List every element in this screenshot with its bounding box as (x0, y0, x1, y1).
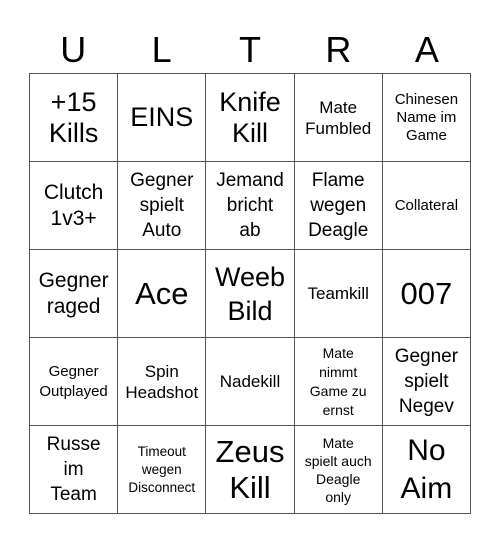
bingo-cell[interactable]: Timeout wegen Disconnect (118, 426, 207, 514)
cell-text: Gegner spielt Auto (130, 170, 194, 241)
cell-text: +15 Kills (48, 86, 99, 148)
bingo-cell[interactable]: Jemand bricht ab (206, 162, 295, 250)
bingo-cell[interactable]: 007 (382, 250, 471, 338)
header-letter-a: A (414, 29, 439, 70)
cell-text: Teamkill (307, 284, 369, 303)
cell-text: Zeus Kill (215, 433, 285, 505)
cell-text: Spin Headshot (125, 361, 199, 402)
header-letter-r: R (325, 29, 352, 70)
bingo-cell[interactable]: Weeb Bild (206, 250, 295, 338)
cell-text: Ace (135, 275, 189, 311)
bingo-cell[interactable]: Mate nimmt Game zu ernst (294, 338, 383, 426)
cell-text: Weeb Bild (214, 261, 286, 326)
bingo-cell[interactable]: +15 Kills (30, 74, 119, 162)
header-letter-l: L (151, 29, 172, 70)
bingo-cell[interactable]: Gegner Outplayed (30, 338, 119, 426)
bingo-cell[interactable]: Ace (118, 250, 207, 338)
cell-text: Gegner raged (38, 268, 109, 318)
cell-text: Jemand bricht ab (216, 170, 284, 241)
bingo-cell[interactable]: Nadekill (206, 338, 295, 426)
header-letter-u: U (60, 29, 87, 70)
cell-text: Clutch 1v3+ (43, 180, 104, 230)
bingo-cell[interactable]: Russe im Team (30, 426, 119, 514)
cell-text: Mate spielt auch Deagle only (304, 434, 372, 505)
bingo-cell[interactable]: Gegner raged (30, 250, 119, 338)
bingo-cell[interactable]: Clutch 1v3+ (30, 162, 119, 250)
bingo-board: +15 Kills EINS Knife Kill Mate Fumbled C… (29, 73, 471, 514)
bingo-cell[interactable]: Spin Headshot (118, 338, 207, 426)
bingo-cell[interactable]: Flame wegen Deagle (294, 162, 383, 250)
cell-text: Collateral (394, 196, 459, 214)
cell-text: Timeout wegen Disconnect (128, 443, 196, 495)
cell-text: Russe im Team (46, 434, 101, 505)
header-letter-t: T (239, 29, 262, 70)
bingo-cell[interactable]: EINS (118, 74, 207, 162)
bingo-cell[interactable]: Knife Kill (206, 74, 295, 162)
bingo-cell[interactable]: Gegner spielt Negev (382, 338, 471, 426)
bingo-cell[interactable]: Gegner spielt Auto (118, 162, 207, 250)
bingo-header: U L T R A (29, 28, 471, 72)
cell-text: Gegner Outplayed (39, 362, 108, 400)
bingo-cell[interactable]: Chinesen Name im Game (382, 74, 471, 162)
bingo-cell[interactable]: Zeus Kill (206, 426, 295, 514)
bingo-cell[interactable]: No Aim (382, 426, 471, 514)
bingo-cell[interactable]: Teamkill (294, 250, 383, 338)
bingo-cell[interactable]: Collateral (382, 162, 471, 250)
bingo-cell[interactable]: Mate Fumbled (294, 74, 383, 162)
cell-text: Gegner spielt Negev (394, 346, 459, 417)
cell-text: Nadekill (219, 372, 281, 391)
cell-text: No Aim (400, 433, 453, 505)
cell-text: Chinesen Name im Game (394, 90, 459, 144)
cell-text: Mate nimmt Game zu ernst (309, 344, 367, 418)
cell-text: EINS (130, 102, 194, 132)
cell-text: Mate Fumbled (305, 97, 372, 138)
cell-text: Knife Kill (219, 86, 281, 148)
cell-text: 007 (400, 275, 453, 311)
cell-text: Flame wegen Deagle (308, 170, 369, 241)
bingo-cell[interactable]: Mate spielt auch Deagle only (294, 426, 383, 514)
